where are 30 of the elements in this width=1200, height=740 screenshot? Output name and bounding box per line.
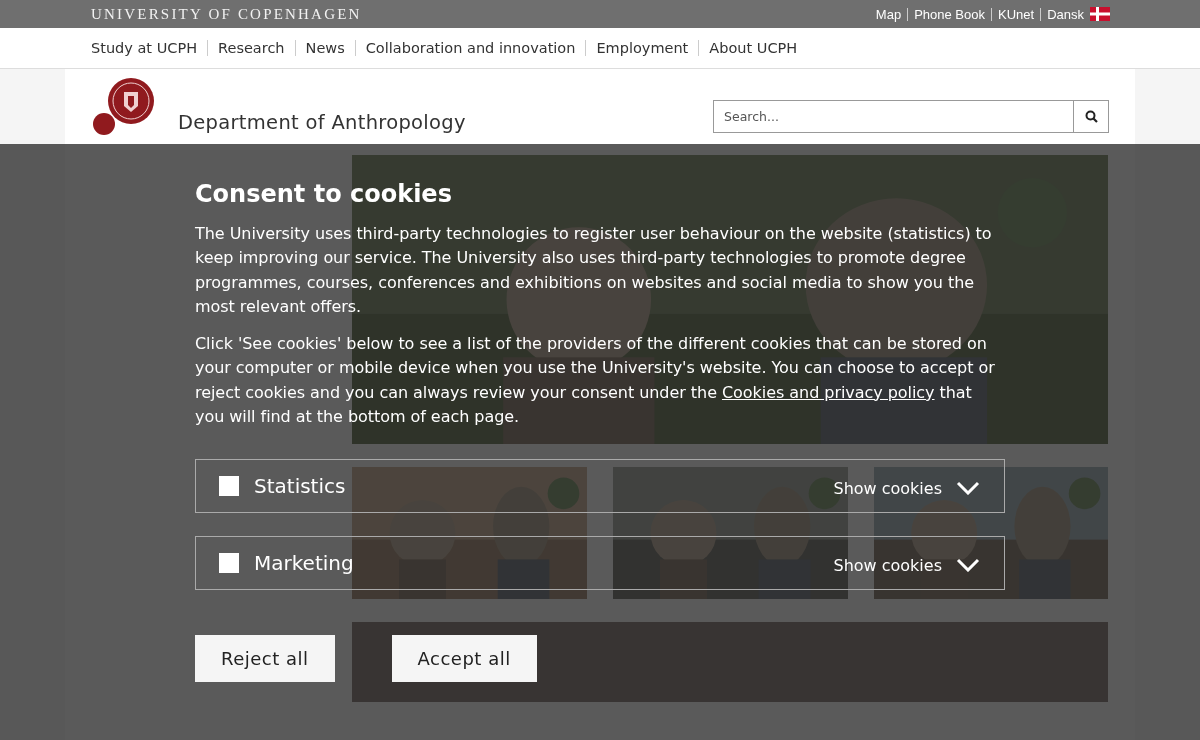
privacy-policy-link[interactable]: Cookies and privacy policy (721, 382, 935, 402)
dialog-text: The University uses third-party technologies to register user behaviour on the website (statistics) to keep improving our service. The University also uses third-party technologies to promote degree programmes, courses, conferences and exhibitions on websites and social media to show you the most relevant offers. (195, 223, 993, 318)
university-name: UNIVERSITY OF COPENHAGEN (91, 5, 362, 23)
nav-link[interactable]: News (294, 40, 355, 56)
accept-all-button[interactable]: Accept all (391, 635, 537, 683)
top-link[interactable]: Phone Book (907, 7, 991, 21)
department-title: Department of Anthropology (178, 111, 467, 134)
nav-link[interactable]: Study at UCPH (81, 40, 208, 56)
dialog-text: Click 'See cookies' below to see a list of the providers of the different cookies that can be stored on your computer or mobile device when you use the University's website. You can choose to accept or reject cookies and you can always review your consent under the Cookies and privacy policy that you will find at the bottom of each page. (195, 333, 996, 429)
show-cookies-button[interactable]: Show cookies (833, 551, 980, 575)
search-icon (1084, 110, 1098, 123)
nav-link[interactable]: Collaboration and innovation (354, 40, 586, 56)
search-field[interactable]: Search... (713, 100, 1074, 133)
nav-link[interactable]: Employment (585, 40, 699, 56)
top-link[interactable]: Map (869, 7, 908, 21)
category-label: Statistics (254, 474, 347, 499)
university-seal-logo[interactable] (92, 78, 156, 136)
reject-all-button[interactable]: Reject all (195, 635, 335, 683)
chevron-down-icon (956, 481, 980, 496)
nav-link[interactable]: Research (207, 40, 295, 56)
category-label: Marketing (254, 551, 355, 576)
dialog-title: Consent to cookies (195, 180, 453, 208)
show-cookies-button[interactable]: Show cookies (833, 474, 980, 498)
top-link[interactable]: KUnet (991, 7, 1041, 21)
chevron-down-icon (956, 558, 980, 573)
flag-icon (1090, 7, 1110, 21)
nav-link[interactable]: About UCPH (698, 40, 808, 56)
checkbox[interactable] (219, 553, 239, 574)
search-button[interactable] (1074, 100, 1109, 133)
checkbox[interactable] (219, 476, 239, 497)
